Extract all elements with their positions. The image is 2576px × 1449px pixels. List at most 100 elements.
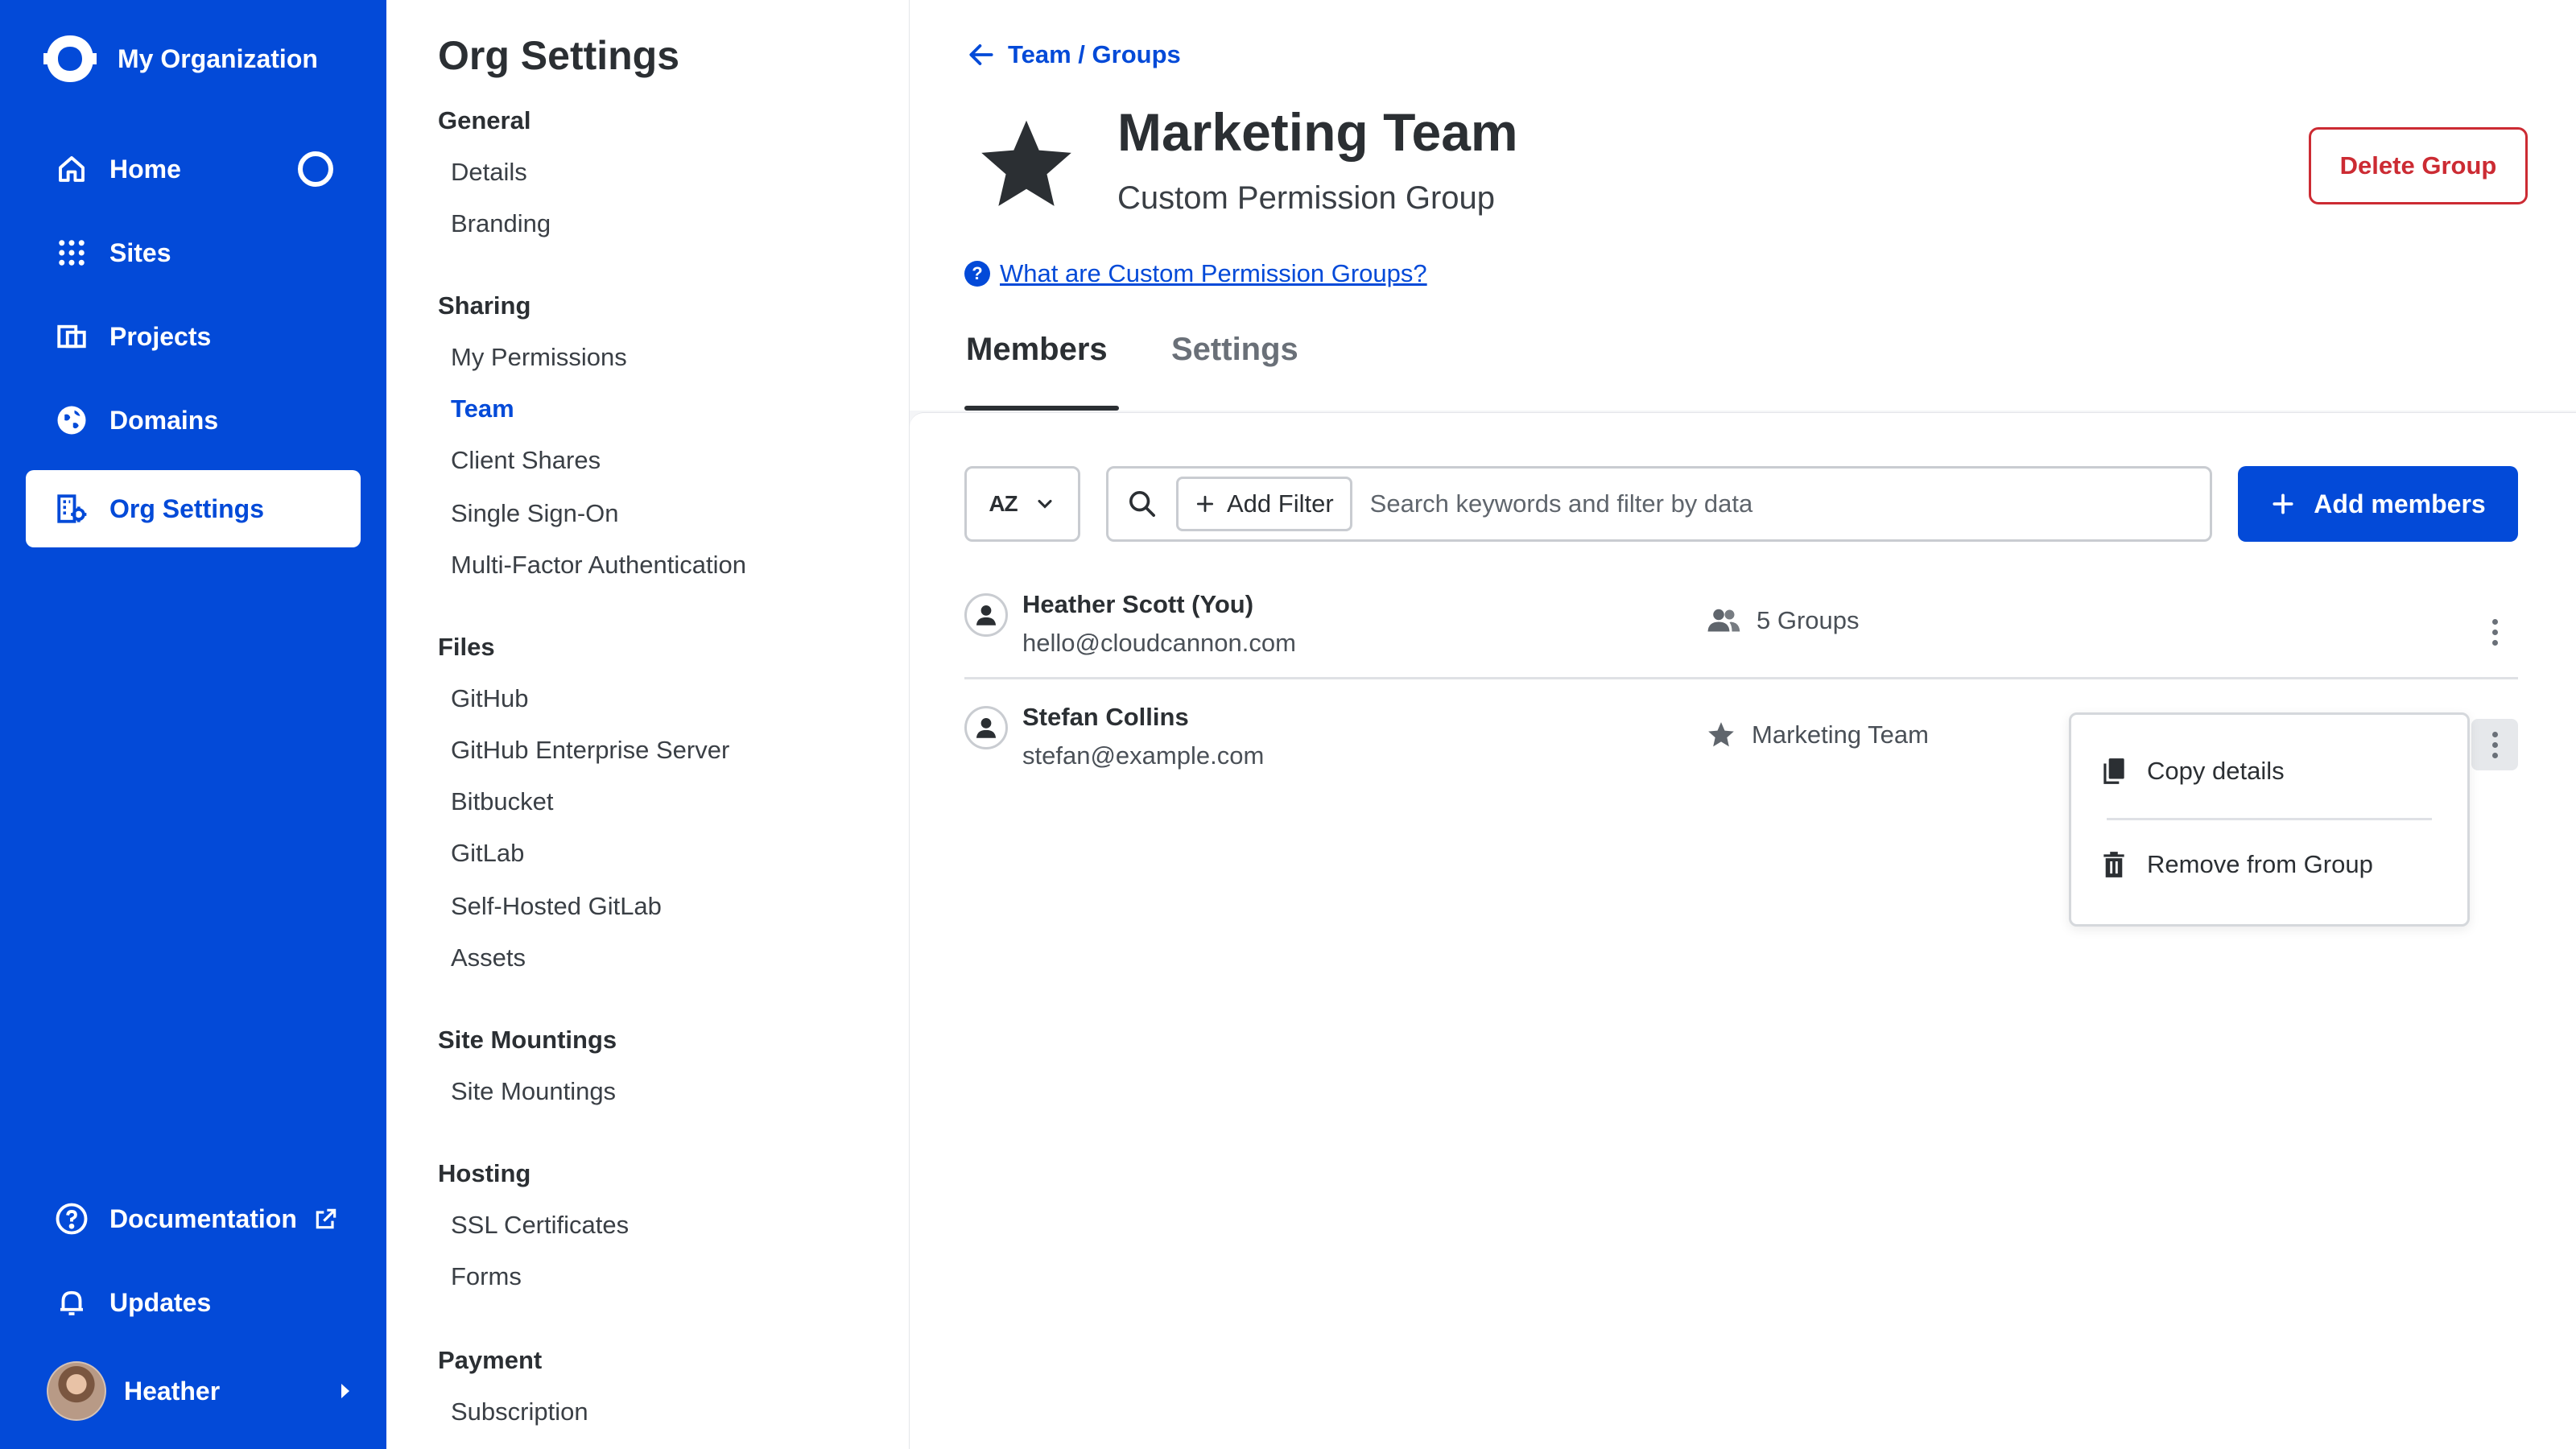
- caret-right-icon: [341, 1384, 349, 1398]
- trash-icon: [2103, 852, 2124, 877]
- add-members-button[interactable]: Add members: [2238, 466, 2518, 542]
- tab-settings[interactable]: Settings: [1171, 332, 1298, 368]
- nav-item-sites[interactable]: Sites: [26, 214, 361, 291]
- help-link-label: What are Custom Permission Groups?: [1000, 259, 1427, 287]
- star-icon: [981, 120, 1071, 206]
- settings-item-github-enterprise[interactable]: GitHub Enterprise Server: [451, 736, 729, 765]
- breadcrumb[interactable]: Team / Groups: [966, 35, 1181, 74]
- section-title-payment: Payment: [438, 1346, 543, 1374]
- help-icon: ?: [964, 261, 990, 287]
- settings-item-branding[interactable]: Branding: [451, 209, 551, 238]
- org-settings-icon: [57, 494, 87, 523]
- section-title-general: General: [438, 106, 531, 134]
- settings-item-client-shares[interactable]: Client Shares: [451, 446, 601, 475]
- member-groups-label: Marketing Team: [1752, 720, 1929, 749]
- member-actions-button[interactable]: [2471, 606, 2518, 658]
- menu-item-label: Copy details: [2147, 757, 2285, 785]
- user-menu[interactable]: Heather: [47, 1360, 353, 1422]
- nav-item-updates[interactable]: Updates: [26, 1264, 361, 1341]
- external-link-icon: [316, 1208, 336, 1229]
- user-name: Heather: [124, 1376, 221, 1406]
- section-title-site-mountings: Site Mountings: [438, 1026, 617, 1054]
- plus-icon: [2273, 493, 2293, 514]
- globe-icon: [57, 406, 86, 435]
- add-members-label: Add members: [2314, 489, 2486, 518]
- settings-item-github[interactable]: GitHub: [451, 684, 528, 713]
- row-divider: [964, 677, 2518, 679]
- settings-item-forms[interactable]: Forms: [451, 1262, 522, 1291]
- menu-divider: [2107, 818, 2432, 820]
- settings-item-assets[interactable]: Assets: [451, 943, 526, 972]
- settings-item-ssl-certificates[interactable]: SSL Certificates: [451, 1211, 629, 1240]
- add-filter-label: Add Filter: [1227, 489, 1334, 518]
- delete-group-button[interactable]: Delete Group: [2309, 127, 2528, 204]
- main-nav: My Organization Home Sites Projects Doma…: [0, 0, 386, 1449]
- add-filter-button[interactable]: Add Filter: [1176, 477, 1352, 531]
- nav-label: Documentation: [109, 1203, 297, 1233]
- bell-icon: [60, 1290, 83, 1315]
- section-title-files: Files: [438, 633, 495, 661]
- nav-item-domains[interactable]: Domains: [26, 382, 361, 459]
- member-name: Stefan Collins: [1022, 703, 1189, 731]
- page-title: Marketing Team: [1117, 102, 1518, 162]
- chevron-down-icon: [1038, 499, 1052, 509]
- nav-label: Org Settings: [109, 493, 265, 523]
- search-bar: Add Filter: [1106, 466, 2212, 542]
- page-subtitle: Custom Permission Group: [1117, 180, 1496, 216]
- member-groups-label: 5 Groups: [1757, 606, 1860, 634]
- member-groups: Marketing Team: [1705, 719, 1929, 751]
- nav-label: Domains: [109, 405, 219, 435]
- nav-item-documentation[interactable]: Documentation: [26, 1180, 361, 1257]
- section-title-sharing: Sharing: [438, 291, 531, 320]
- org-switcher[interactable]: My Organization: [42, 32, 318, 85]
- member-name: Heather Scott (You): [1022, 590, 1254, 618]
- kebab-dot: [2491, 741, 2498, 748]
- settings-title: Org Settings: [438, 33, 680, 78]
- nav-label: Updates: [109, 1287, 212, 1317]
- settings-item-single-sign-on[interactable]: Single Sign-On: [451, 499, 619, 528]
- cloudcannon-logo-icon: [43, 35, 97, 82]
- settings-item-self-hosted-gitlab[interactable]: Self-Hosted GitLab: [451, 892, 662, 921]
- sort-az-icon: AZ: [989, 491, 1018, 516]
- plus-icon: [1196, 495, 1214, 513]
- org-name: My Organization: [118, 43, 318, 73]
- settings-item-team[interactable]: Team: [451, 394, 514, 423]
- help-circle-icon: [56, 1203, 88, 1235]
- nav-label: Home: [109, 154, 181, 184]
- settings-item-site-mountings[interactable]: Site Mountings: [451, 1077, 616, 1106]
- breadcrumb-label: Team / Groups: [1008, 40, 1181, 68]
- member-actions-button[interactable]: [2471, 719, 2518, 770]
- settings-item-my-permissions[interactable]: My Permissions: [451, 343, 627, 372]
- arrow-left-icon: [969, 44, 993, 65]
- kebab-dot: [2491, 618, 2498, 625]
- avatar: [47, 1361, 106, 1421]
- nav-item-org-settings[interactable]: Org Settings: [26, 470, 361, 547]
- kebab-dot: [2491, 629, 2498, 635]
- sort-dropdown[interactable]: AZ: [964, 466, 1080, 542]
- grid-icon: [59, 240, 85, 266]
- status-ring-icon: [298, 151, 333, 187]
- member-row[interactable]: Heather Scott (You) hello@cloudcannon.co…: [964, 582, 2518, 687]
- person-icon: [964, 706, 1008, 749]
- person-icon: [964, 593, 1008, 637]
- settings-item-bitbucket[interactable]: Bitbucket: [451, 787, 554, 816]
- copy-icon: [2103, 758, 2124, 784]
- settings-item-gitlab[interactable]: GitLab: [451, 839, 524, 868]
- search-input[interactable]: [1369, 480, 2210, 528]
- tab-members[interactable]: Members: [966, 332, 1108, 368]
- settings-item-subscription[interactable]: Subscription: [451, 1397, 588, 1426]
- menu-item-remove-from-group[interactable]: Remove from Group: [2099, 840, 2445, 889]
- people-icon: [1707, 609, 1740, 632]
- settings-item-mfa[interactable]: Multi-Factor Authentication: [451, 551, 746, 580]
- home-icon: [59, 156, 85, 182]
- kebab-dot: [2491, 731, 2498, 737]
- help-link[interactable]: ? What are Custom Permission Groups?: [964, 259, 1427, 288]
- section-title-hosting: Hosting: [438, 1159, 531, 1187]
- menu-item-copy-details[interactable]: Copy details: [2099, 747, 2445, 795]
- search-icon: [1129, 491, 1155, 517]
- nav-item-projects[interactable]: Projects: [26, 298, 361, 375]
- nav-label: Sites: [109, 237, 171, 267]
- member-groups: 5 Groups: [1705, 606, 1860, 635]
- settings-item-details[interactable]: Details: [451, 158, 527, 187]
- nav-item-home[interactable]: Home: [26, 130, 361, 208]
